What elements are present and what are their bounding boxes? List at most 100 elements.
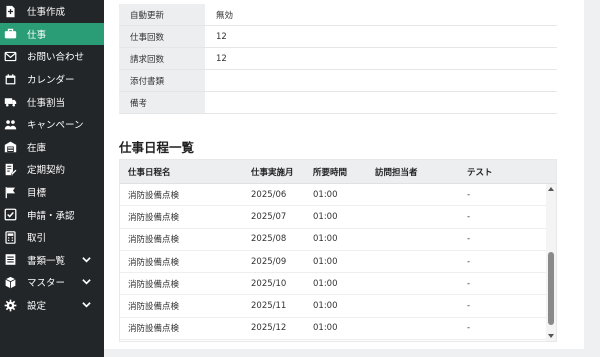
cell-test: - xyxy=(467,301,471,312)
cell-month: 2025/09 xyxy=(251,256,287,267)
warehouse-icon xyxy=(4,140,17,153)
detail-value: 無効 xyxy=(205,4,557,25)
table-row[interactable]: 消防設備点検 2025/11 01:00 - xyxy=(120,295,556,318)
cell-schedule-name: 消防設備点検 xyxy=(128,279,180,290)
checkbox-icon xyxy=(4,208,17,221)
cell-assignee xyxy=(368,295,460,316)
sidebar-item-job-create[interactable]: 仕事作成 xyxy=(0,0,104,23)
chevron-down-icon[interactable] xyxy=(82,278,91,286)
sidebar-item-job-assign[interactable]: 仕事割当 xyxy=(0,90,104,113)
people-icon xyxy=(4,118,17,131)
column-header: 訪問担当者 xyxy=(375,167,418,178)
vertical-scrollbar[interactable] xyxy=(546,184,556,341)
detail-row: 仕事回数 12 xyxy=(119,26,557,48)
cell-schedule-name: 消防設備点検 xyxy=(128,212,180,223)
schedule-table: 仕事日程名 仕事実施月 所要時間 訪問担当者 テスト 消防設備点検 2025/0… xyxy=(119,159,557,342)
chevron-down-icon[interactable] xyxy=(82,256,91,264)
cell-test: - xyxy=(467,234,471,245)
cell-schedule-name: 消防設備点検 xyxy=(128,302,180,313)
sidebar-item-contracts[interactable]: 定期契約 xyxy=(0,158,104,181)
sidebar-item-campaign[interactable]: キャンペーン xyxy=(0,113,104,136)
detail-value xyxy=(205,70,557,91)
truck-icon xyxy=(4,95,17,108)
sidebar-item-label: 目標 xyxy=(27,188,47,200)
cell-assignee xyxy=(368,273,460,294)
cell-duration: 01:00 xyxy=(313,323,338,334)
column-header: 仕事日程名 xyxy=(128,167,171,178)
scroll-up-arrow-icon[interactable] xyxy=(548,186,554,192)
cell-month: 2025/11 xyxy=(251,301,287,312)
gear-icon xyxy=(4,299,17,312)
cell-test: - xyxy=(467,211,471,222)
sidebar-item-label: 取引 xyxy=(27,233,47,245)
cell-duration: 01:00 xyxy=(313,301,338,312)
cell-schedule-name: 消防設備点検 xyxy=(128,235,180,246)
document-stack-icon xyxy=(4,253,17,266)
cell-month: 2025/07 xyxy=(251,211,287,222)
chevron-down-icon[interactable] xyxy=(82,301,91,309)
section-title: 仕事日程一覧 xyxy=(119,140,195,155)
detail-value xyxy=(205,92,557,113)
cell-test: - xyxy=(467,256,471,267)
sidebar-item-inquiries[interactable]: お問い合わせ xyxy=(0,45,104,68)
scrollbar-thumb[interactable] xyxy=(548,252,554,325)
cell-duration: 01:00 xyxy=(313,189,338,200)
cell-month: 2025/06 xyxy=(251,189,287,200)
sidebar-item-calendar[interactable]: カレンダー xyxy=(0,68,104,91)
sidebar-item-label: 仕事割当 xyxy=(27,97,66,109)
contract-icon xyxy=(4,163,17,176)
scroll-down-arrow-icon[interactable] xyxy=(548,333,554,339)
cell-month: 2025/10 xyxy=(251,278,287,289)
detail-label: 備考 xyxy=(119,92,205,113)
boxes-icon xyxy=(4,276,17,289)
sidebar-item-label: マスター xyxy=(27,278,66,290)
column-header: 所要時間 xyxy=(313,167,348,178)
table-row[interactable]: 消防設備点検 2025/12 01:00 - xyxy=(120,318,556,341)
sidebar-item-inventory[interactable]: 在庫 xyxy=(0,136,104,159)
detail-table: 自動更新 無効 仕事回数 12 請求回数 12 添付書類 備考 xyxy=(119,4,557,114)
sidebar-item-label: 定期契約 xyxy=(27,165,66,177)
cell-schedule-name: 消防設備点検 xyxy=(128,257,180,268)
detail-label: 請求回数 xyxy=(119,48,205,69)
sidebar-item-label: 在庫 xyxy=(27,142,47,154)
detail-row: 備考 xyxy=(119,92,557,114)
table-row[interactable]: 消防設備点検 2025/08 01:00 - xyxy=(120,229,556,251)
briefcase-icon xyxy=(4,27,17,40)
sidebar-item-label: 仕事作成 xyxy=(27,7,66,19)
sidebar-item-transactions[interactable]: 取引 xyxy=(0,226,104,249)
detail-row: 添付書類 xyxy=(119,70,557,92)
calculator-icon xyxy=(4,230,17,244)
sidebar-item-settings[interactable]: 設定 xyxy=(0,294,104,317)
mail-icon xyxy=(4,50,17,63)
sidebar-item-goals[interactable]: 目標 xyxy=(0,181,104,204)
cell-duration: 01:00 xyxy=(313,234,338,245)
table-row[interactable]: 消防設備点検 2025/06 01:00 - xyxy=(120,184,556,207)
column-header: テスト xyxy=(467,167,493,178)
sidebar-item-label: お問い合わせ xyxy=(27,52,85,64)
cell-month: 2025/08 xyxy=(251,234,287,245)
cell-duration: 01:00 xyxy=(313,256,338,267)
add-document-icon xyxy=(4,5,17,18)
sidebar-item-approvals[interactable]: 申請・承認 xyxy=(0,203,104,226)
table-row[interactable]: 消防設備点検 2025/09 01:00 - xyxy=(120,251,556,274)
detail-row: 請求回数 12 xyxy=(119,48,557,70)
sidebar-item-documents[interactable]: 書類一覧 xyxy=(0,249,104,272)
cell-test: - xyxy=(467,189,471,200)
sidebar-item-label: キャンペーン xyxy=(27,120,84,132)
table-row[interactable]: 消防設備点検 2025/07 01:00 - xyxy=(120,206,556,229)
cell-duration: 01:00 xyxy=(313,211,338,222)
detail-label: 自動更新 xyxy=(119,4,205,25)
main-content: 自動更新 無効 仕事回数 12 請求回数 12 添付書類 備考 仕事日程一覧 仕… xyxy=(104,0,600,357)
cell-schedule-name: 消防設備点検 xyxy=(128,190,180,201)
column-header: 仕事実施月 xyxy=(251,167,294,178)
table-row[interactable]: 消防設備点検 2025/10 01:00 - xyxy=(120,273,556,296)
cell-assignee xyxy=(368,206,460,227)
cell-assignee xyxy=(368,184,460,205)
sidebar-item-label: 書類一覧 xyxy=(27,255,66,267)
sidebar-item-master[interactable]: マスター xyxy=(0,271,104,294)
sidebar: 仕事作成 仕事 お問い合わせ カレンダー 仕事割当 キャンペーン 在庫 定期契約… xyxy=(0,0,104,357)
detail-value: 12 xyxy=(205,48,557,69)
sidebar-item-jobs[interactable]: 仕事 xyxy=(0,22,104,46)
cell-duration: 01:00 xyxy=(313,278,338,289)
detail-label: 添付書類 xyxy=(119,70,205,91)
